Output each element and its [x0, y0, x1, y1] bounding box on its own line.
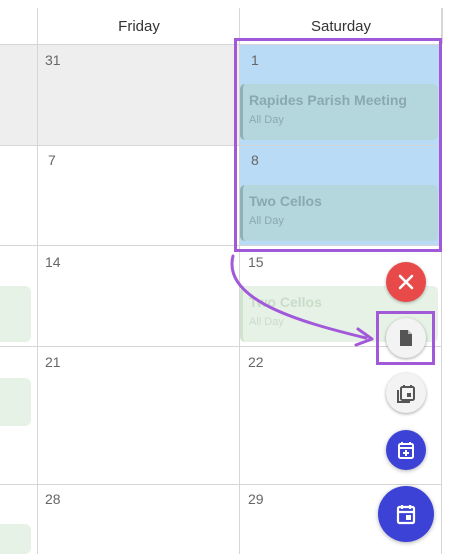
calendar-icon — [396, 505, 416, 525]
event-title: Two Cellos — [249, 294, 322, 310]
day-number: 7 — [48, 152, 56, 168]
note-button[interactable] — [386, 318, 426, 358]
cell-friday-w1[interactable] — [38, 45, 239, 145]
selection-outline — [234, 38, 442, 252]
copy-calendar-button[interactable] — [386, 373, 426, 413]
row-divider — [0, 484, 441, 485]
calendar-add-icon — [398, 442, 414, 459]
day-number: 29 — [248, 491, 264, 507]
event-stub[interactable] — [0, 378, 31, 426]
day-number: 31 — [45, 52, 61, 68]
cell-thursday-w1[interactable] — [0, 45, 37, 145]
event-stub[interactable] — [0, 524, 31, 554]
day-number: 21 — [45, 354, 61, 370]
close-icon — [398, 274, 414, 290]
day-number: 15 — [248, 254, 264, 270]
day-number: 22 — [248, 354, 264, 370]
close-button[interactable] — [386, 262, 426, 302]
day-number: 14 — [45, 254, 61, 270]
calendar-main-button[interactable] — [378, 486, 434, 542]
day-number: 28 — [45, 491, 61, 507]
row-divider — [0, 346, 441, 347]
grid-line-left — [37, 8, 38, 554]
event-subtitle: All Day — [249, 316, 284, 328]
calendar-copy-icon — [397, 385, 415, 403]
add-calendar-button[interactable] — [386, 430, 426, 470]
event-stub[interactable] — [0, 286, 31, 342]
note-icon — [400, 330, 412, 346]
header-friday: Friday — [37, 8, 240, 44]
